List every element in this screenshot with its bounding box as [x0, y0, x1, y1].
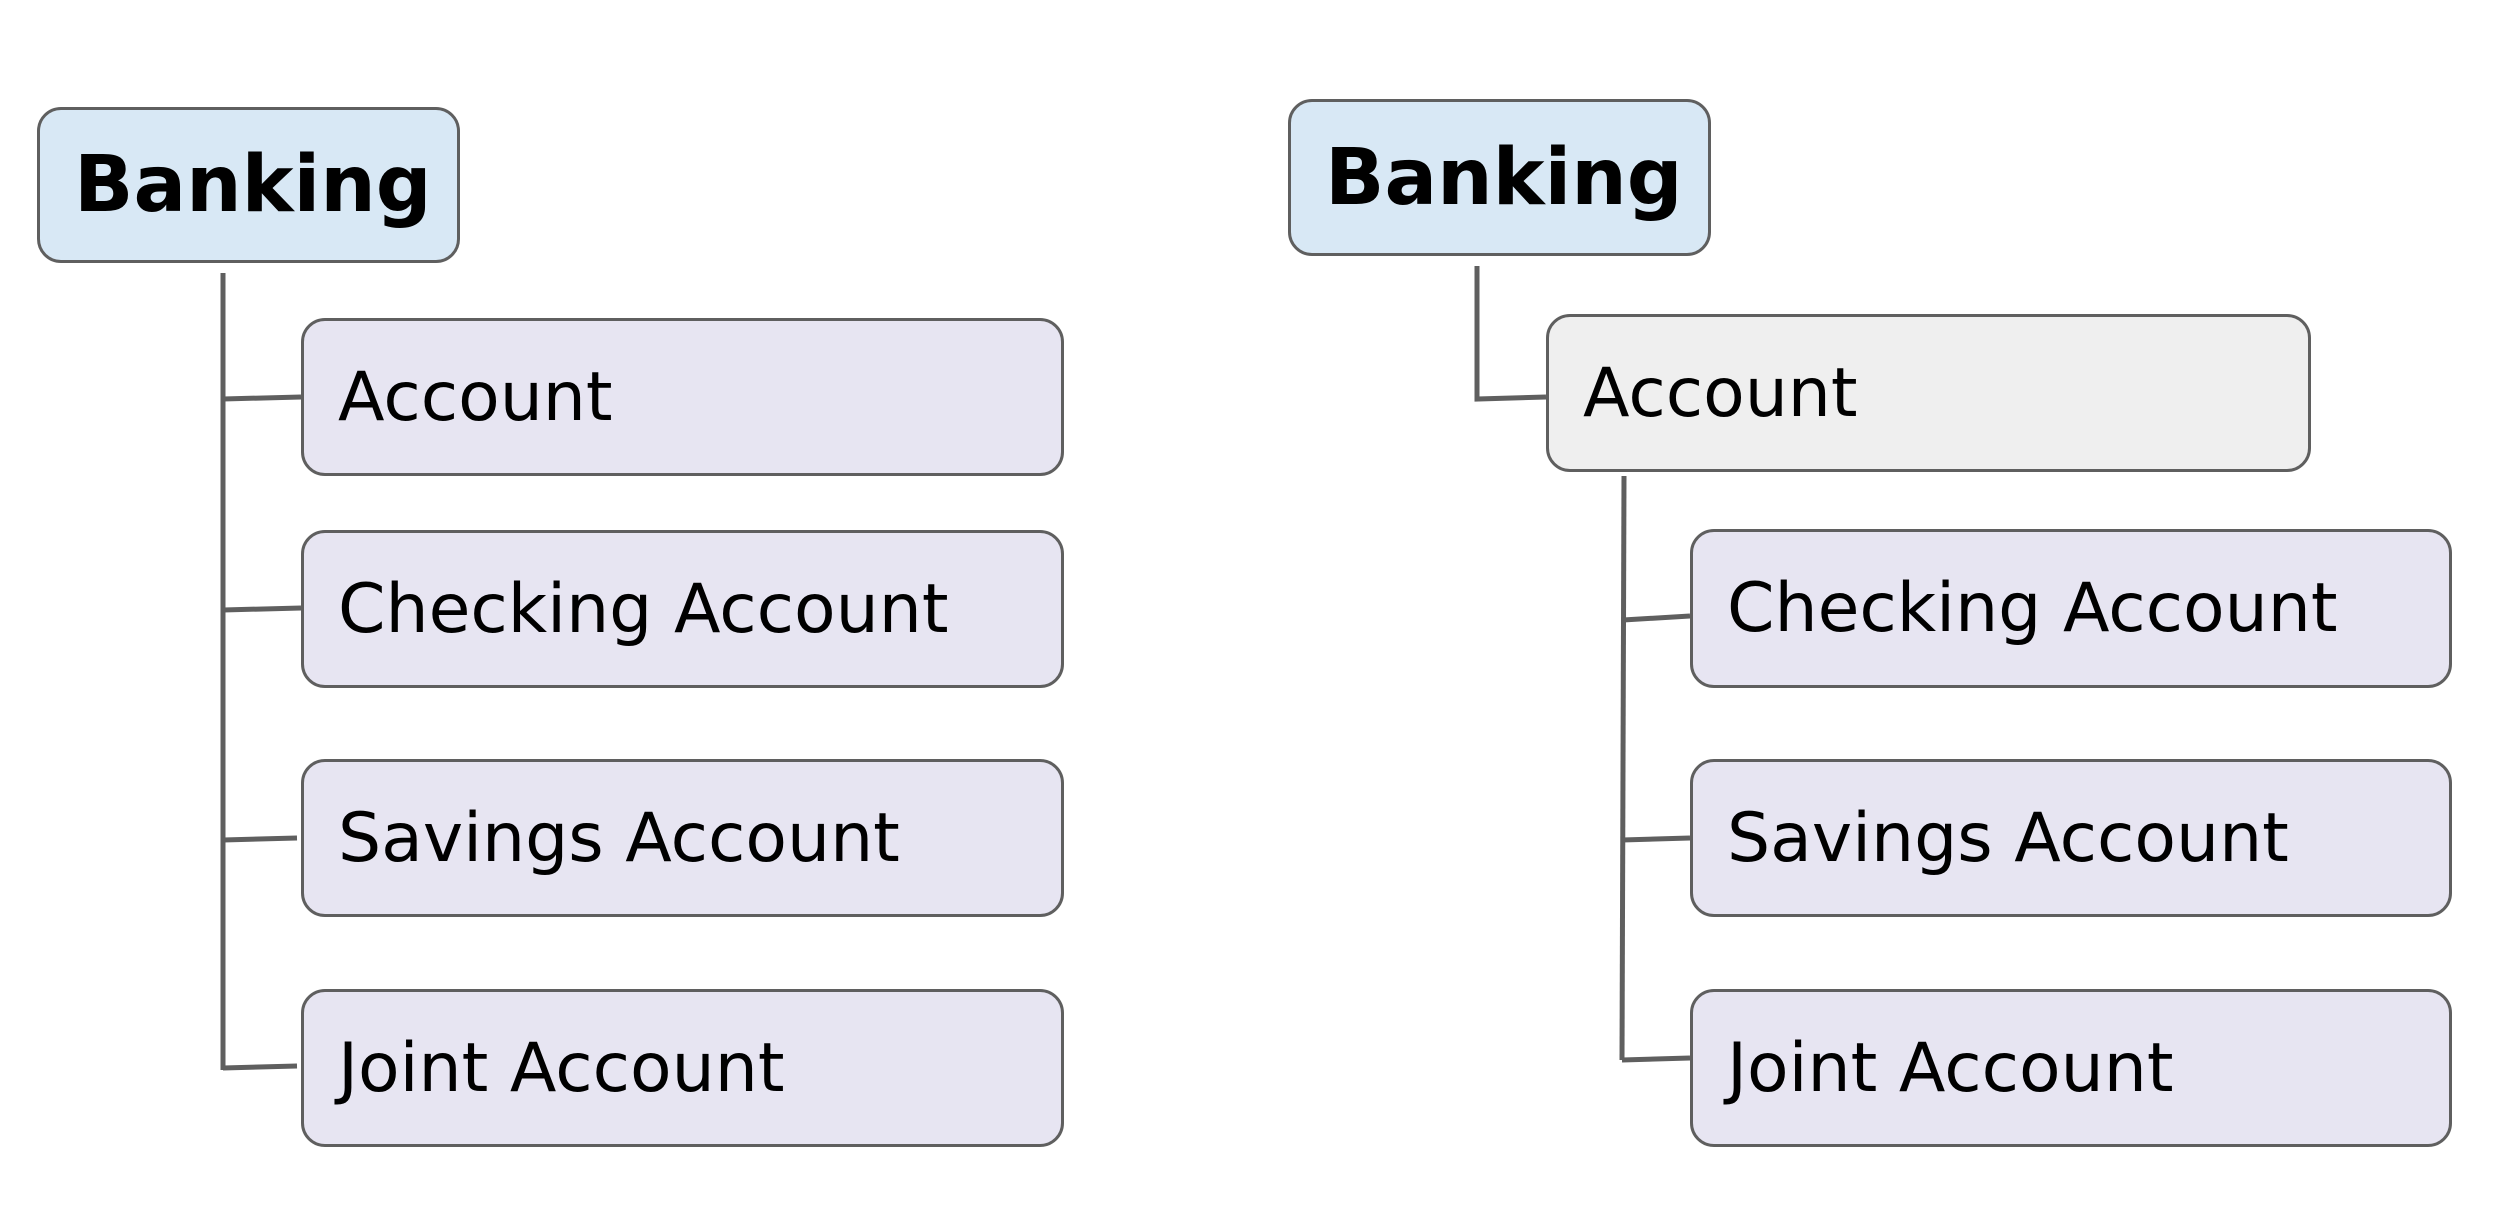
node-label: Checking Account: [338, 569, 949, 649]
node-label: Account: [338, 357, 613, 437]
right-grandchild-node[interactable]: Joint Account: [1690, 989, 2452, 1147]
node-label: Savings Account: [1727, 798, 2289, 878]
right-grandchild-node[interactable]: Checking Account: [1690, 529, 2452, 688]
left-branch-savings: [222, 835, 298, 843]
left-branch-joint: [222, 1063, 298, 1071]
right-intermediate-node[interactable]: Account: [1546, 314, 2311, 472]
right-branch-savings: [1621, 835, 1691, 843]
right-root-to-account: [1474, 266, 1547, 402]
right-branch-joint: [1621, 1055, 1691, 1063]
node-label: Banking: [1325, 132, 1683, 223]
right-grandchild-node[interactable]: Savings Account: [1690, 759, 2452, 917]
left-child-node[interactable]: Account: [301, 318, 1064, 476]
left-branch-account: [222, 394, 302, 402]
node-label: Banking: [74, 140, 432, 230]
left-child-node[interactable]: Joint Account: [301, 989, 1064, 1147]
left-root-node[interactable]: Banking: [37, 107, 460, 263]
left-child-node[interactable]: Savings Account: [301, 759, 1064, 917]
node-label: Savings Account: [338, 798, 900, 878]
node-label: Checking Account: [1727, 569, 2338, 648]
node-label: Account: [1583, 353, 1858, 433]
left-child-node[interactable]: Checking Account: [301, 530, 1064, 688]
node-label: Joint Account: [338, 1028, 785, 1108]
right-root-node[interactable]: Banking: [1288, 99, 1711, 256]
right-branch-checking: [1622, 613, 1691, 623]
node-label: Joint Account: [1727, 1028, 2174, 1108]
right-trunk-line: [1619, 475, 1627, 1061]
left-branch-checking: [222, 605, 302, 613]
